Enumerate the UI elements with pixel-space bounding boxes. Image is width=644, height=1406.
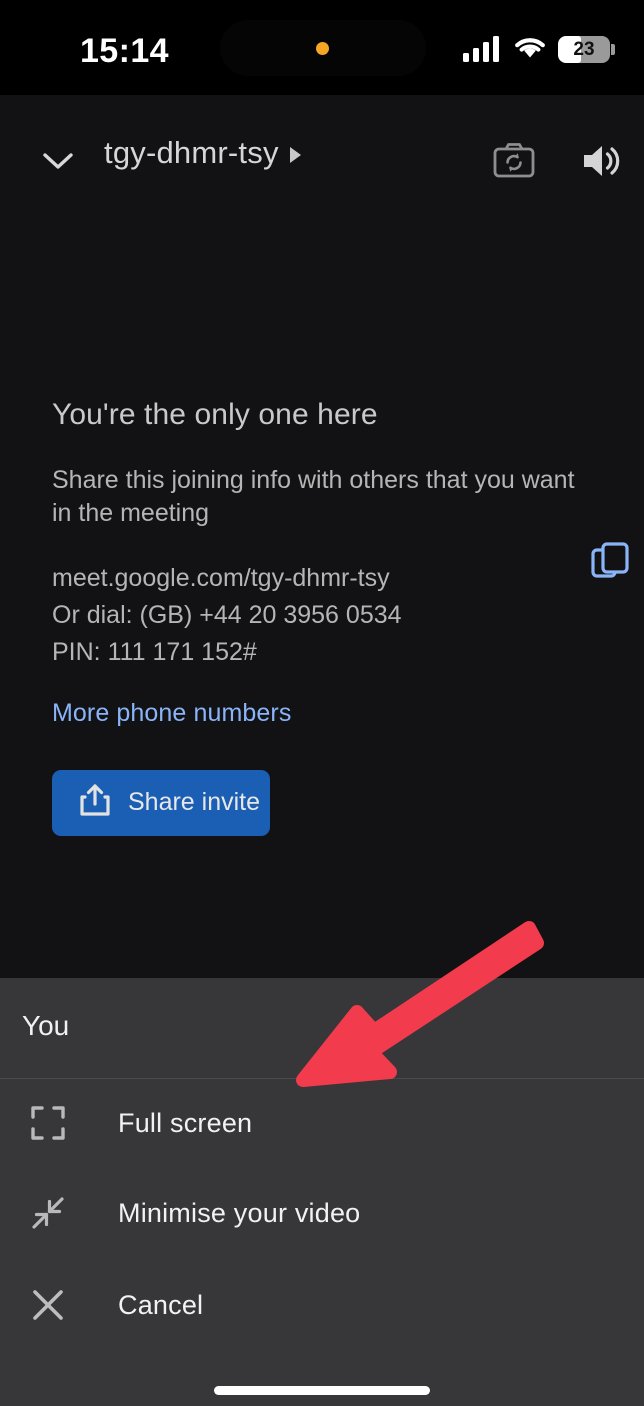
battery-icon: 23: [558, 36, 610, 63]
chevron-down-icon[interactable]: [36, 141, 80, 181]
close-x-icon: [26, 1283, 70, 1327]
bottom-sheet-menu: You Full screen Minimise your video Canc…: [0, 978, 644, 1406]
joining-info-block: meet.google.com/tgy-dhmr-tsy Or dial: (G…: [52, 560, 592, 671]
menu-item-label: Cancel: [118, 1289, 204, 1320]
meeting-code-button[interactable]: tgy-dhmr-tsy: [104, 135, 301, 171]
camera-switch-icon[interactable]: [492, 141, 536, 186]
cellular-signal-icon: [463, 36, 505, 62]
status-bar-time: 15:14: [80, 32, 169, 70]
menu-item-full-screen[interactable]: Full screen: [0, 1078, 644, 1168]
share-invite-button[interactable]: Share invite: [52, 769, 270, 836]
speaker-volume-icon[interactable]: [578, 139, 624, 188]
meeting-info-panel: You're the only one here Share this join…: [52, 396, 629, 836]
status-bar: 15:14 23: [0, 0, 644, 95]
wifi-icon: [513, 34, 547, 65]
collapse-arrows-icon: [26, 1191, 70, 1235]
menu-item-minimise-your-video[interactable]: Minimise your video: [0, 1168, 644, 1258]
battery-tip: [611, 44, 615, 55]
meeting-header: tgy-dhmr-tsy: [0, 125, 644, 195]
share-instructions-text: Share this joining info with others that…: [52, 465, 575, 527]
meeting-link-text: meet.google.com/tgy-dhmr-tsy: [52, 563, 390, 592]
fullscreen-expand-icon: [26, 1101, 70, 1145]
more-phone-numbers-link[interactable]: More phone numbers: [52, 699, 592, 728]
battery-level-text: 23: [573, 38, 595, 60]
home-indicator: [214, 1386, 430, 1395]
menu-item-label: Minimise your video: [118, 1197, 361, 1228]
menu-item-cancel[interactable]: Cancel: [0, 1260, 644, 1350]
copy-icon[interactable]: [587, 538, 633, 584]
menu-item-label: Full screen: [118, 1107, 253, 1138]
page-title: You're the only one here: [52, 398, 378, 431]
dial-in-text: Or dial: (GB) +44 20 3956 0534: [52, 600, 402, 629]
phone-screen: 15:14 23 tgy-dhmr-tsy You're the only on…: [0, 0, 644, 1406]
caret-right-icon: [289, 147, 301, 163]
share-upload-icon: [78, 782, 112, 823]
bottom-sheet-title: You: [22, 1010, 70, 1041]
share-invite-label: Share invite: [128, 788, 261, 816]
privacy-indicator-dot: [316, 42, 329, 55]
meeting-code-label: tgy-dhmr-tsy: [104, 135, 279, 170]
pin-text: PIN: 111 171 152#: [52, 637, 257, 666]
